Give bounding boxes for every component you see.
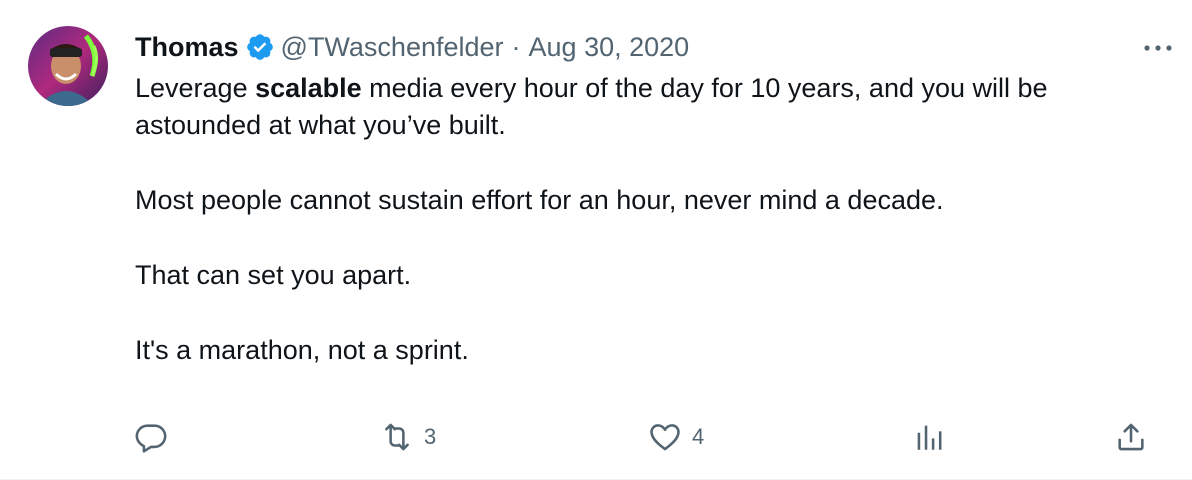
tweet-paragraph-3: That can set you apart. <box>135 260 412 290</box>
tweet-header: Thomas @TWaschenfelder · Aug 30, 2020 <box>135 28 1162 66</box>
tweet-date[interactable]: Aug 30, 2020 <box>529 32 690 63</box>
share-icon <box>1118 423 1144 451</box>
views-button[interactable] <box>912 415 956 459</box>
author-name[interactable]: Thomas <box>135 32 239 63</box>
retweet-count: 3 <box>424 424 437 449</box>
tweet-card[interactable]: Thomas @TWaschenfelder · Aug 30, 2020 Le… <box>0 0 1192 480</box>
avatar-image <box>28 26 108 106</box>
bold-word: scalable <box>255 73 362 103</box>
tweet-text: Leverage scalable media every hour of th… <box>135 70 1175 369</box>
reply-button[interactable] <box>134 415 178 459</box>
like-icon <box>650 424 680 451</box>
retweet-button[interactable]: 3 <box>380 415 436 459</box>
tweet-paragraph-4: It's a marathon, not a sprint. <box>135 335 469 365</box>
tweet-paragraph-2: Most people cannot sustain effort for an… <box>135 185 944 215</box>
share-button[interactable] <box>1114 415 1148 459</box>
more-icon <box>1144 45 1172 51</box>
reply-icon <box>135 424 167 453</box>
like-button[interactable]: 4 <box>648 415 704 459</box>
verified-icon <box>245 32 275 62</box>
tweet-paragraph-1: Leverage scalable media every hour of th… <box>135 73 1048 140</box>
author-handle[interactable]: @TWaschenfelder <box>281 32 504 63</box>
more-options-button[interactable] <box>1140 36 1176 60</box>
like-count: 4 <box>692 424 705 449</box>
retweet-icon <box>385 423 409 451</box>
views-icon <box>917 425 942 450</box>
separator-dot: · <box>511 31 521 62</box>
action-bar: 3 4 <box>130 415 1170 459</box>
avatar[interactable] <box>28 26 108 106</box>
